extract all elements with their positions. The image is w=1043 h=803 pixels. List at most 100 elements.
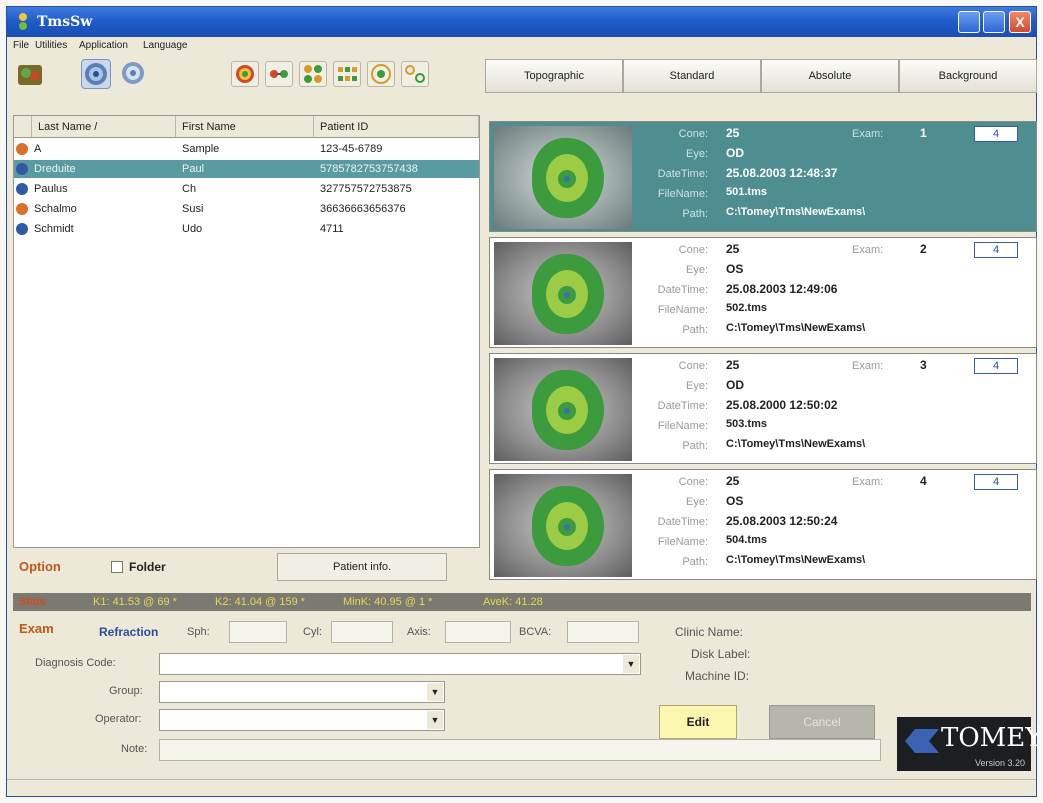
exam-card[interactable]: Cone: 25 Eye: OS DateTime: 25.08.2003 12:50:2… [489,469,1037,580]
color-map-icon[interactable] [231,61,259,87]
operator-label: Operator: [95,713,142,725]
chevron-down-icon[interactable]: ▼ [427,711,443,729]
eye-view-2-icon[interactable] [119,59,149,89]
disk-label: Disk Label: [691,647,751,661]
patient-icon [16,163,28,175]
exam-card[interactable]: Cone: 25 Eye: OD DateTime: 25.08.2000 12:50:0… [489,353,1037,464]
patient-row[interactable]: Dreduite Paul 5785782753757438 [14,160,479,178]
exam-count-box[interactable]: 4 [974,474,1018,490]
grid-view-icon[interactable] [333,61,361,87]
cyl-field[interactable] [331,621,393,643]
dual-eye-icon[interactable] [401,61,429,87]
tomey-logo: TOMEY Version 3.20 [897,717,1042,771]
exam-datetime-value: 25.08.2000 12:50:02 [726,398,838,412]
bcva-field[interactable] [567,621,639,643]
stats-label: Stats [19,596,46,608]
maximize-button[interactable] [983,11,1005,33]
exam-cone-value: 25 [726,358,740,372]
cyl-label: Cyl: [303,626,322,638]
tab-background[interactable]: Background [899,59,1037,93]
tomey-logo-icon [905,729,939,756]
exam-cone-value: 25 [726,126,740,140]
exam-cone-value: 25 [726,474,740,488]
edit-button[interactable]: Edit [659,705,737,739]
exam-eye-label: Eye: [685,264,708,276]
patient-first-name: Udo [182,223,203,235]
refraction-icon[interactable] [367,61,395,87]
exam-cone-value: 25 [726,242,740,256]
column-header-patient-id[interactable]: Patient ID [314,116,479,138]
exam-eye-label: Eye: [685,380,708,392]
exam-count-box[interactable]: 4 [974,358,1018,374]
exam-count-box[interactable]: 4 [974,126,1018,142]
exam-path-label: Path: [682,440,708,452]
exam-datetime-label: DateTime: [657,284,708,296]
patient-info-button[interactable]: Patient info. [277,553,447,581]
axis-field[interactable] [445,621,511,643]
refraction-title: Refraction [99,625,159,639]
clinic-name-label: Clinic Name: [675,625,744,639]
exam-eye-label: Eye: [685,496,708,508]
exam-filename-label: FileName: [657,304,708,316]
operator-select[interactable]: ▼ [159,709,445,731]
app-window: TmsSw X File Utilities Application Langu… [6,6,1042,797]
menu-application[interactable]: Application [79,40,128,51]
folder-checkbox[interactable] [111,561,123,573]
window-title: TmsSw [37,14,93,30]
patient-row[interactable]: Schmidt Udo 4711 [14,220,479,238]
option-bar: Option Folder Patient info. [13,551,480,581]
patient-id: 327757572753875 [320,183,412,195]
tab-standard[interactable]: Standard [623,59,761,93]
diagnosis-select[interactable]: ▼ [159,653,641,675]
exam-filename-label: FileName: [657,420,708,432]
patient-row[interactable]: Schalmo Susi 36636663656376 [14,200,479,218]
menu-language[interactable]: Language [143,40,188,51]
sph-field[interactable] [229,621,287,643]
group-select[interactable]: ▼ [159,681,445,703]
close-button[interactable]: X [1009,11,1031,33]
exam-cone-label: Cone: [678,128,708,140]
menu-utilities[interactable]: Utilities [35,40,67,51]
topography-map-image [494,358,632,461]
sph-label: Sph: [187,626,210,638]
menu-file[interactable]: File [13,40,29,51]
column-header-last-name[interactable]: Last Name / [32,116,176,138]
patient-icon [16,183,28,195]
exam-datetime-value: 25.08.2003 12:49:06 [726,282,838,296]
quad-view-icon[interactable] [299,61,327,87]
exam-filename-value: 503.tms [726,418,767,430]
exam-eye-value: OS [726,494,744,508]
machine-id-label: Machine ID: [685,669,750,683]
tab-absolute[interactable]: Absolute [761,59,899,93]
menu-bar: File Utilities Application Language [7,37,1036,55]
exam-card[interactable]: Cone: 25 Eye: OD DateTime: 25.08.2003 12:48:3… [489,121,1037,232]
title-bar[interactable]: TmsSw X [7,7,1036,37]
eye-view-1-icon[interactable] [81,59,111,89]
note-field[interactable] [159,739,881,761]
chevron-down-icon[interactable]: ▼ [623,655,639,673]
exam-count-box[interactable]: 4 [974,242,1018,258]
exam-path-value: C:\Tomey\Tms\NewExams\ [726,206,866,218]
exam-datetime-label: DateTime: [657,516,708,528]
patient-row[interactable]: A Sample 123-45-6789 [14,140,479,158]
exam-datetime-value: 25.08.2003 12:48:37 [726,166,838,180]
column-header-first-name[interactable]: First Name [176,116,314,138]
exam-path-label: Path: [682,208,708,220]
exam-datetime-label: DateTime: [657,168,708,180]
cancel-button[interactable]: Cancel [769,705,875,739]
patient-last-name: A [34,143,42,155]
patient-list: Last Name / First Name Patient ID A Sampl… [13,115,480,548]
minimize-button[interactable] [958,11,980,33]
patient-icon [16,223,28,235]
exam-card[interactable]: Cone: 25 Eye: OS DateTime: 25.08.2003 12:49:0… [489,237,1037,348]
compare-arrows-icon[interactable] [265,61,293,87]
patient-row[interactable]: Paulus Ch 327757572753875 [14,180,479,198]
patient-first-name: Sample [182,143,220,155]
tab-topographic[interactable]: Topographic [485,59,623,93]
chevron-down-icon[interactable]: ▼ [427,683,443,701]
exam-eye-value: OS [726,262,744,276]
exam-cone-label: Cone: [678,244,708,256]
folder-label: Folder [129,560,166,574]
column-header-icon [14,116,32,138]
folder-people-icon[interactable] [15,59,45,89]
